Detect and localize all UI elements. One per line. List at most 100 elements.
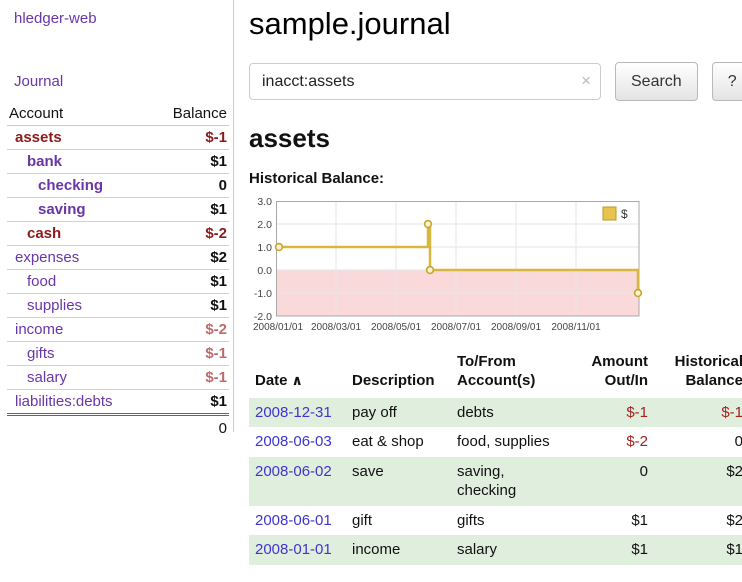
- register-header-description: Description: [346, 349, 451, 398]
- transaction-amount: 0: [560, 457, 650, 506]
- transaction-amount: $1: [560, 506, 650, 536]
- register-table: Date∧ Description To/From Account(s) Amo…: [249, 349, 742, 565]
- chart-x-tick: 2008/05/01: [371, 322, 421, 333]
- account-balance: $1: [151, 390, 229, 415]
- chart-y-axis-labels: 3.0 2.0 1.0 0.0 -1.0 -2.0: [254, 196, 272, 323]
- account-balance: $1: [151, 270, 229, 294]
- transaction-description: income: [346, 535, 451, 565]
- chart-x-tick: 2008/01/01: [253, 322, 303, 333]
- account-row: gifts $-1: [7, 342, 229, 366]
- search-row: × Search ?: [249, 62, 742, 101]
- transaction-description: pay off: [346, 398, 451, 428]
- account-link-cash[interactable]: cash: [27, 225, 61, 242]
- account-row: assets $-1: [7, 126, 229, 150]
- account-link-bank[interactable]: bank: [27, 153, 62, 170]
- account-link-saving[interactable]: saving: [38, 201, 86, 218]
- sidebar-nav: Journal: [0, 73, 233, 90]
- account-link-food[interactable]: food: [27, 273, 56, 290]
- accounts-header-balance: Balance: [151, 102, 229, 126]
- account-balance: $-1: [151, 126, 229, 150]
- chart-y-tick: 2.0: [257, 219, 272, 231]
- chart-y-tick: 1.0: [257, 242, 272, 254]
- account-link-supplies[interactable]: supplies: [27, 297, 82, 314]
- register-header-account: To/From Account(s): [451, 349, 560, 398]
- chart-legend-swatch: [603, 207, 616, 220]
- help-button[interactable]: ?: [712, 62, 742, 101]
- chart-legend-label: $: [621, 207, 628, 221]
- register-row: 2008-06-01 gift gifts $1 $2: [249, 506, 742, 536]
- register-row: 2008-01-01 income salary $1 $1: [249, 535, 742, 565]
- account-link-checking[interactable]: checking: [38, 177, 103, 194]
- account-link-expenses[interactable]: expenses: [15, 249, 79, 266]
- account-row: expenses $2: [7, 246, 229, 270]
- account-balance: $-1: [151, 366, 229, 390]
- accounts-table: Account Balance assets $-1 bank $1 check…: [7, 102, 229, 440]
- register-header-date[interactable]: Date∧: [249, 349, 346, 398]
- register-header-amount: Amount Out/In: [560, 349, 650, 398]
- transaction-date-link[interactable]: 2008-06-02: [255, 463, 332, 480]
- account-balance: $-1: [151, 342, 229, 366]
- transaction-description: eat & shop: [346, 427, 451, 457]
- chart-canvas: $ 3.0 2.0 1.0 0.0 -1.0 -2.0 2008/01/01 2…: [249, 193, 741, 335]
- account-row: salary $-1: [7, 366, 229, 390]
- transaction-balance: $-1: [650, 398, 742, 428]
- page-title: sample.journal: [249, 6, 742, 42]
- search-box: ×: [249, 63, 601, 100]
- account-balance: $1: [151, 150, 229, 174]
- accounts-header-account: Account: [7, 102, 151, 126]
- transaction-amount: $-2: [560, 427, 650, 457]
- transaction-accounts: gifts: [451, 506, 560, 536]
- account-row: saving $1: [7, 198, 229, 222]
- account-balance: $2: [151, 246, 229, 270]
- transaction-amount: $-1: [560, 398, 650, 428]
- nav-journal-link[interactable]: Journal: [14, 73, 63, 90]
- account-row: cash $-2: [7, 222, 229, 246]
- chart-x-tick: 2008/09/01: [491, 322, 541, 333]
- transaction-balance: $1: [650, 535, 742, 565]
- app-title: hledger-web: [0, 10, 233, 27]
- account-link-assets[interactable]: assets: [15, 129, 62, 146]
- chart-label: Historical Balance:: [249, 170, 742, 187]
- transaction-date-link[interactable]: 2008-01-01: [255, 541, 332, 558]
- accounts-total-value: 0: [151, 415, 229, 441]
- transaction-accounts: debts: [451, 398, 560, 428]
- chart-y-tick: -1.0: [254, 288, 272, 300]
- transaction-date-link[interactable]: 2008-12-31: [255, 404, 332, 421]
- chart-legend: $: [599, 204, 637, 223]
- account-link-gifts[interactable]: gifts: [27, 345, 55, 362]
- register-row: 2008-12-31 pay off debts $-1 $-1: [249, 398, 742, 428]
- account-row: supplies $1: [7, 294, 229, 318]
- chart-x-axis-labels: 2008/01/01 2008/03/01 2008/05/01 2008/07…: [253, 322, 601, 333]
- register-row: 2008-06-03 eat & shop food, supplies $-2…: [249, 427, 742, 457]
- app-title-link[interactable]: hledger-web: [14, 10, 97, 27]
- transaction-balance: $2: [650, 506, 742, 536]
- transaction-description: gift: [346, 506, 451, 536]
- account-row: checking 0: [7, 174, 229, 198]
- transaction-date-link[interactable]: 2008-06-03: [255, 433, 332, 450]
- chart-x-tick: 2008/03/01: [311, 322, 361, 333]
- chart-x-tick: 2008/07/01: [431, 322, 481, 333]
- sort-ascending-icon[interactable]: ∧: [292, 372, 303, 388]
- search-button[interactable]: Search: [615, 62, 698, 101]
- app-window: hledger-web Journal Account Balance asse…: [0, 0, 742, 565]
- register-header-balance: Historical Balance: [650, 349, 742, 398]
- account-balance: $1: [151, 294, 229, 318]
- account-balance: $-2: [151, 222, 229, 246]
- account-link-salary[interactable]: salary: [27, 369, 67, 386]
- search-input[interactable]: [249, 63, 601, 100]
- transaction-accounts: saving, checking: [451, 457, 560, 506]
- account-balance: $1: [151, 198, 229, 222]
- transaction-description: save: [346, 457, 451, 506]
- transaction-balance: $2: [650, 457, 742, 506]
- transaction-accounts: food, supplies: [451, 427, 560, 457]
- accounts-total-row: 0: [7, 415, 229, 441]
- transaction-date-link[interactable]: 2008-06-01: [255, 512, 332, 529]
- transaction-accounts: salary: [451, 535, 560, 565]
- account-link-income[interactable]: income: [15, 321, 63, 338]
- account-link-liabilities-debts[interactable]: liabilities:debts: [15, 393, 113, 410]
- clear-search-icon[interactable]: ×: [581, 71, 591, 91]
- account-balance: 0: [151, 174, 229, 198]
- main-content: sample.journal × Search ? assets Histori…: [234, 0, 742, 565]
- account-row: food $1: [7, 270, 229, 294]
- account-balance: $-2: [151, 318, 229, 342]
